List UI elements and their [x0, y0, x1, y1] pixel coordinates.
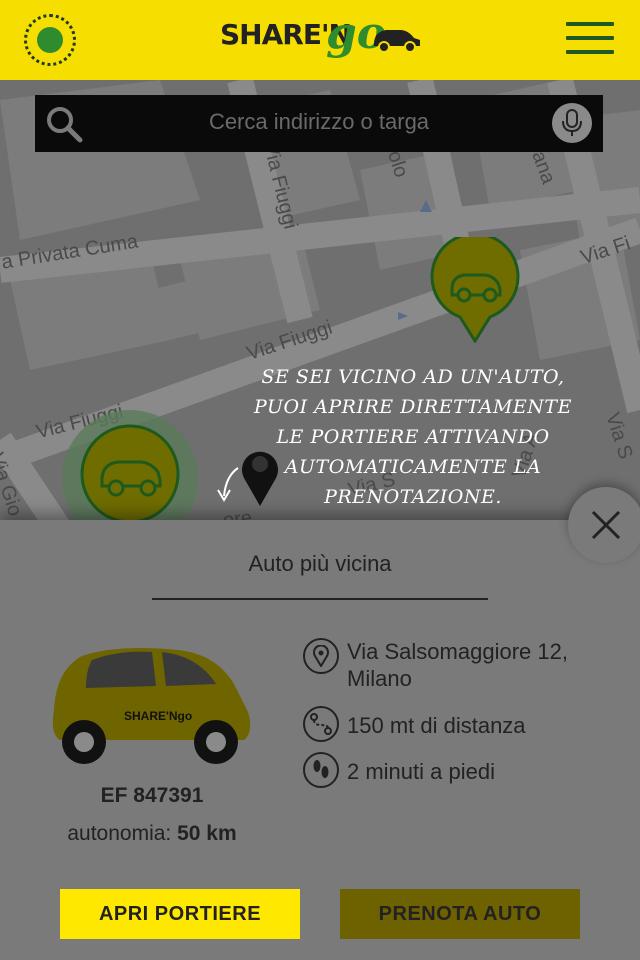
range-info: autonomia: 50 km [36, 822, 268, 846]
range-label: autonomia: [67, 822, 172, 845]
location-pin-icon [217, 451, 278, 506]
microphone-icon[interactable] [552, 103, 592, 143]
location-status-icon[interactable] [24, 14, 76, 66]
tooltip-line: PUOI APRIRE DIRETTAMENTE [254, 396, 572, 418]
tutorial-tooltip: SE SEI VICINO AD UN'AUTO, PUOI APRIRE DI… [248, 362, 578, 512]
map-marker-icon [303, 638, 339, 674]
walk-time-row: 2 minuti a piedi [303, 752, 627, 788]
tooltip-line: PRENOTAZIONE. [324, 486, 502, 508]
book-car-button[interactable]: PRENOTA AUTO [340, 889, 580, 939]
open-doors-button[interactable]: APRI PORTIERE [60, 889, 300, 939]
footprints-icon [303, 752, 339, 788]
nearest-car-map-pin[interactable] [60, 408, 200, 528]
distance-row: 150 mt di distanza [303, 706, 627, 742]
tooltip-line: LE PORTIERE ATTIVANDO [276, 426, 550, 448]
sheet-title: Auto più vicina [248, 551, 392, 576]
car-map-pin[interactable] [430, 237, 520, 343]
car-distance: 150 mt di distanza [347, 713, 526, 738]
route-icon [303, 706, 339, 742]
tooltip-line: AUTOMATICAMENTE LA [284, 456, 542, 478]
app-header: SHARE'N go [0, 0, 640, 80]
app-logo: SHARE'N go [220, 8, 430, 64]
car-address: Via Salsomaggiore 12, Milano [347, 639, 568, 691]
tooltip-line: SE SEI VICINO AD UN'AUTO, [261, 366, 565, 388]
car-image: SHARE'Ngo [52, 648, 251, 764]
search-input[interactable]: Cerca indirizzo o targa [35, 109, 603, 135]
car-decal: SHARE'Ngo [124, 709, 192, 723]
logo-car-icon [374, 30, 420, 53]
address-row: Via Salsomaggiore 12, Milano [303, 638, 627, 692]
close-icon[interactable] [590, 509, 622, 541]
divider [152, 598, 488, 600]
menu-icon[interactable] [566, 22, 614, 58]
range-value: 50 km [177, 822, 237, 845]
search-bar[interactable]: Cerca indirizzo o targa [35, 95, 603, 152]
walk-time: 2 minuti a piedi [347, 759, 495, 784]
license-plate: EF 847391 [100, 784, 204, 807]
